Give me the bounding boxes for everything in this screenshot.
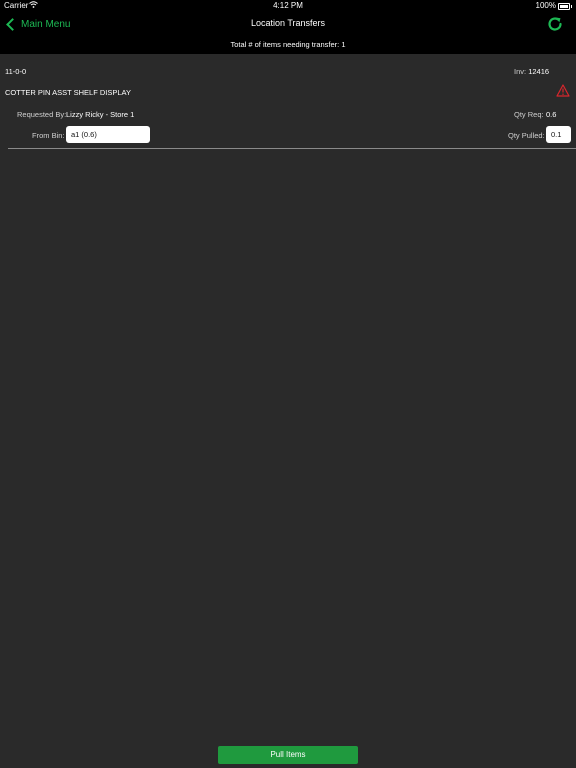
requested-by-label: Requested By: xyxy=(17,110,67,119)
status-bar: Carrier 4:12 PM 100% xyxy=(0,0,576,12)
screen: Carrier 4:12 PM 100% Main Menu Location … xyxy=(0,0,576,768)
battery-icon xyxy=(558,3,572,10)
inv-label: Inv: 12416 xyxy=(514,67,549,76)
inv-value: 12416 xyxy=(528,67,550,76)
transfer-count: Total # of items needing transfer: 1 xyxy=(230,40,346,49)
inv-label-text: Inv: xyxy=(514,67,527,76)
pull-items-button[interactable]: Pull Items xyxy=(218,746,358,764)
qty-req-label: Qty Req: xyxy=(514,110,544,119)
from-bin-field[interactable]: a1 (0.6) xyxy=(66,126,150,143)
qty-pulled-label: Qty Pulled: xyxy=(508,131,545,140)
page-title: Location Transfers xyxy=(250,18,326,28)
divider xyxy=(8,148,576,149)
from-bin-label: From Bin: xyxy=(32,131,65,140)
status-time: 4:12 PM xyxy=(273,1,303,10)
qty-req-value: 0.6 xyxy=(546,110,557,119)
refresh-button[interactable] xyxy=(546,15,564,33)
refresh-icon xyxy=(548,17,562,31)
requested-by-value: Lizzy Ricky - Store 1 xyxy=(66,110,135,119)
warning-icon[interactable] xyxy=(556,84,570,97)
nav-bar: Main Menu Location Transfers Total # of … xyxy=(0,12,576,54)
item-code: 11-0-0 xyxy=(5,67,27,76)
battery-percent: 100% xyxy=(535,1,556,10)
item-description: COTTER PIN ASST SHELF DISPLAY xyxy=(5,88,132,97)
qty-pulled-field[interactable]: 0.1 xyxy=(546,126,571,143)
